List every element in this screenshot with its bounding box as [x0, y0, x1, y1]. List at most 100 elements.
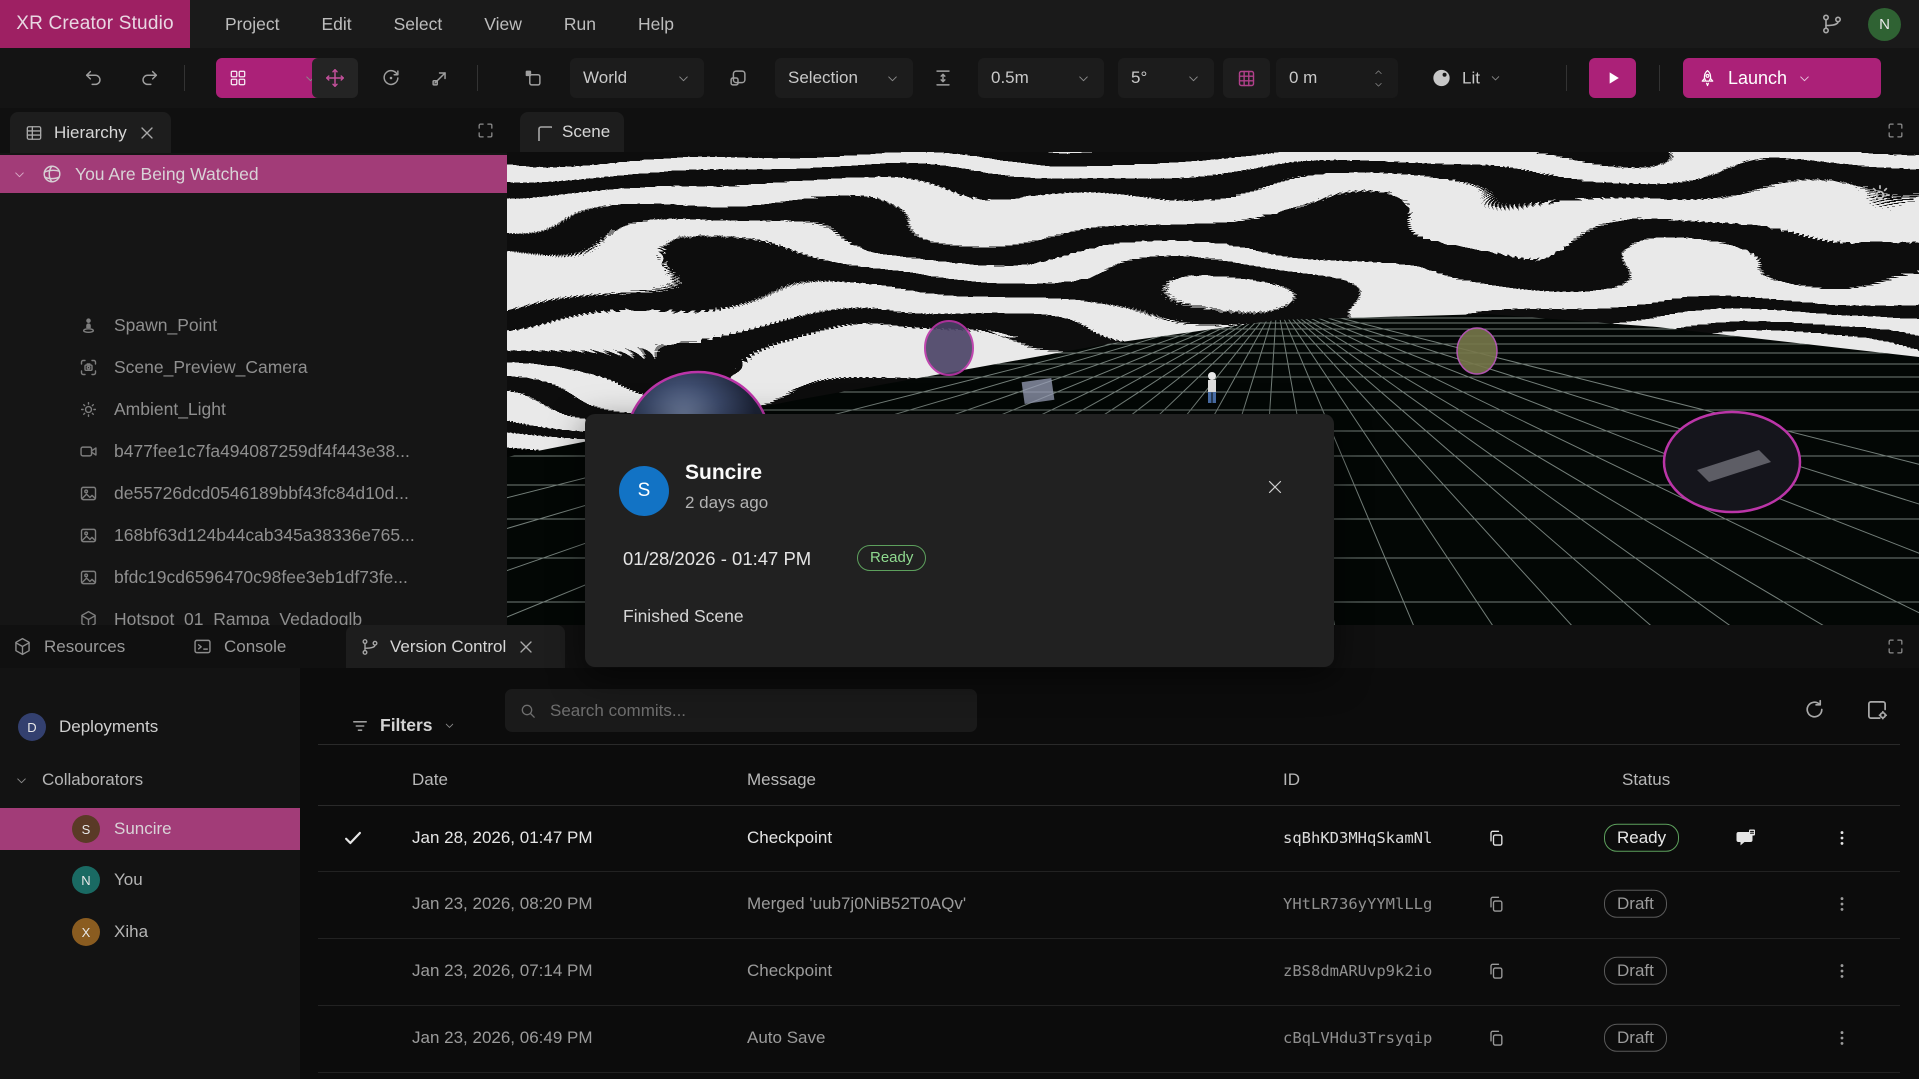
grid-height-stepper[interactable]: 0 m [1276, 58, 1398, 98]
commit-date: Jan 23, 2026, 07:14 PM [412, 961, 593, 981]
search-input[interactable] [548, 700, 964, 722]
close-icon[interactable] [137, 123, 157, 143]
chevron-down-icon [676, 71, 691, 86]
chevron-down-icon[interactable] [12, 167, 27, 182]
kebab-menu-icon[interactable] [1832, 828, 1852, 848]
refresh-icon[interactable] [1802, 697, 1827, 722]
scale-tool-icon[interactable] [429, 67, 451, 89]
rotate-snap-dropdown[interactable]: 5° [1118, 58, 1214, 98]
status-badge: Ready [857, 545, 926, 571]
expand-icon[interactable] [1886, 637, 1905, 656]
comment-icon[interactable] [1734, 826, 1758, 850]
shading-dropdown[interactable]: Lit [1430, 67, 1502, 90]
commit-message: Checkpoint [747, 961, 832, 981]
app-logo[interactable]: XR Creator Studio [0, 0, 190, 48]
chevron-down-icon [885, 71, 900, 86]
close-icon[interactable] [516, 637, 536, 657]
panel-settings-icon[interactable] [1864, 697, 1890, 723]
filters-dropdown[interactable]: Filters [350, 715, 456, 736]
hierarchy-item[interactable]: b477fee1c7fa494087259df4f443e38... [0, 430, 507, 472]
status-badge: Draft [1604, 890, 1667, 918]
bottom-panel: Resources Console Version Control D Depl… [0, 625, 1919, 1079]
status-badge: Ready [1604, 824, 1679, 852]
commit-row[interactable]: Jan 23, 2026, 07:14 PM Checkpoint zBS8dm… [300, 938, 1919, 1004]
sun-icon [78, 399, 99, 420]
status-badge: Draft [1604, 957, 1667, 985]
grid-toggle-button[interactable] [1223, 58, 1270, 98]
chevron-up-icon[interactable] [1372, 67, 1385, 78]
redo-icon[interactable] [138, 67, 160, 89]
kebab-menu-icon[interactable] [1832, 894, 1852, 914]
kebab-menu-icon[interactable] [1832, 961, 1852, 981]
hierarchy-item[interactable]: Scene_Preview_Camera [0, 346, 507, 388]
copy-icon[interactable] [1486, 961, 1506, 981]
copy-icon[interactable] [1486, 828, 1506, 848]
sidebar-item-collaborator[interactable]: S Suncire [0, 808, 300, 850]
close-icon[interactable] [1264, 476, 1286, 498]
pivot-mode-dropdown[interactable]: Selection [775, 58, 913, 98]
undo-icon[interactable] [83, 67, 105, 89]
commit-message: Checkpoint [747, 828, 832, 848]
vertical-distribute-icon[interactable] [932, 67, 954, 89]
expand-icon[interactable] [476, 121, 495, 140]
hierarchy-item[interactable]: Ambient_Light [0, 388, 507, 430]
hierarchy-root-row[interactable]: You Are Being Watched [0, 155, 507, 193]
commit-message: Merged 'uub7j0NiB52T0AQv' [747, 894, 966, 914]
menu-select[interactable]: Select [373, 0, 464, 48]
sidebar-section-collaborators[interactable]: Collaborators [0, 759, 300, 801]
tab-resources[interactable]: Resources [12, 625, 125, 668]
rotate-tool-icon[interactable] [380, 67, 402, 89]
tab-version-control[interactable]: Version Control [346, 625, 565, 668]
commit-row[interactable]: Jan 23, 2026, 08:20 PM Merged 'uub7j0NiB… [300, 871, 1919, 937]
tab-scene[interactable]: Scene [520, 112, 624, 152]
copy-icon[interactable] [1486, 1028, 1506, 1048]
branch-icon [360, 637, 380, 657]
menu-run[interactable]: Run [543, 0, 617, 48]
divider [1659, 65, 1660, 91]
globe-icon [41, 163, 63, 185]
copy-icon[interactable] [1486, 894, 1506, 914]
collaborator-avatar: X [72, 918, 100, 946]
snap-anchor-icon[interactable] [522, 67, 544, 89]
grid-icon [1236, 68, 1257, 89]
kebab-menu-icon[interactable] [1832, 1028, 1852, 1048]
chevron-down-icon [1489, 72, 1502, 85]
transform-space-dropdown[interactable]: World [570, 58, 704, 98]
gear-icon[interactable] [1867, 182, 1893, 208]
user-avatar[interactable]: N [1868, 8, 1901, 41]
tab-console[interactable]: Console [192, 625, 286, 668]
launch-button[interactable]: Launch [1683, 58, 1881, 98]
divider [318, 1072, 1900, 1073]
branch-icon[interactable] [1820, 12, 1844, 36]
chevron-down-icon[interactable] [1372, 79, 1385, 90]
sidebar-item-collaborator[interactable]: X Xiha [0, 911, 300, 953]
hierarchy-item[interactable]: de55726dcd0546189bbf43fc84d10d... [0, 472, 507, 514]
commit-id: sqBhKD3MHqSkamNl [1283, 829, 1432, 847]
move-tool-button[interactable] [312, 58, 358, 98]
expand-icon[interactable] [1886, 121, 1905, 140]
sidebar-item-collaborator[interactable]: N You [0, 859, 300, 901]
commit-message: Auto Save [747, 1028, 825, 1048]
hierarchy-item[interactable]: Spawn_Point [0, 304, 507, 346]
chevron-down-icon [1797, 71, 1812, 86]
commit-row[interactable]: Jan 23, 2026, 06:49 PM Auto Save cBqLVHd… [300, 1005, 1919, 1071]
hierarchy-item[interactable]: 168bf63d124b44cab345a38336e765... [0, 514, 507, 556]
chevron-down-icon[interactable] [14, 773, 29, 788]
menu-edit[interactable]: Edit [300, 0, 372, 48]
commit-id: cBqLVHdu3Trsyqip [1283, 1029, 1432, 1047]
menu-project[interactable]: Project [204, 0, 300, 48]
hierarchy-item[interactable]: bfdc19cd6596470c98fee3eb1df73fe... [0, 556, 507, 598]
tab-hierarchy[interactable]: Hierarchy [10, 112, 171, 153]
move-snap-dropdown[interactable]: 0.5m [978, 58, 1104, 98]
divider [318, 744, 1900, 745]
spawn-point-icon [78, 315, 99, 336]
frame-icon[interactable] [727, 67, 749, 89]
play-button[interactable] [1589, 58, 1636, 98]
commit-row[interactable]: Jan 28, 2026, 01:47 PM Checkpoint sqBhKD… [300, 805, 1919, 871]
sidebar-item-deployments[interactable]: D Deployments [0, 706, 300, 748]
image-icon [78, 567, 99, 588]
menu-help[interactable]: Help [617, 0, 695, 48]
version-control-sidebar: D Deployments Collaborators S Suncire N … [0, 668, 301, 1079]
divider [184, 65, 185, 91]
menu-view[interactable]: View [463, 0, 543, 48]
